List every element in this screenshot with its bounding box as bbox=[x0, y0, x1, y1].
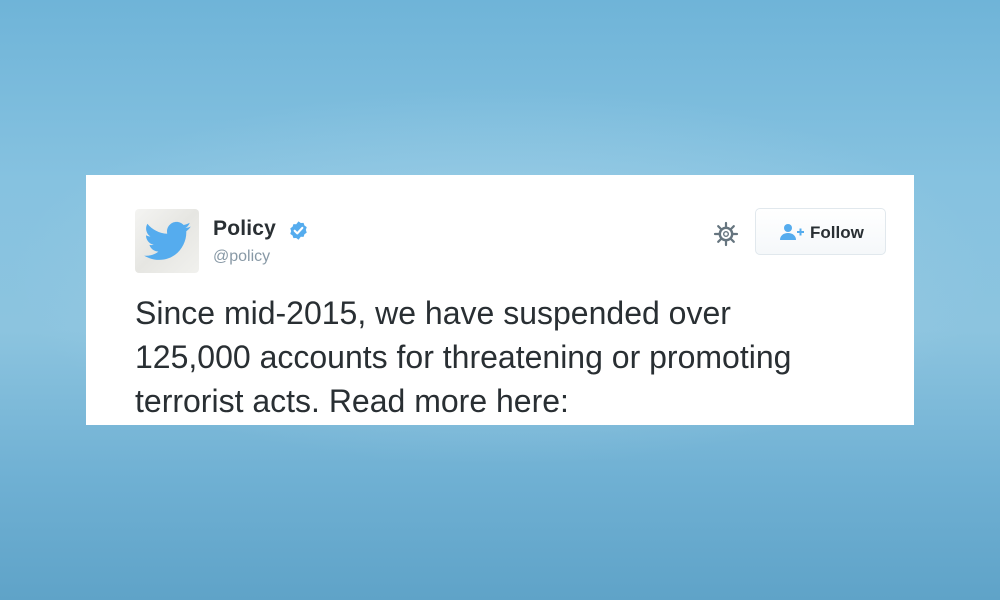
tweet-line: Since mid-2015, we have suspended over bbox=[135, 295, 731, 331]
follow-label: Follow bbox=[810, 223, 864, 242]
follow-button[interactable]: Follow bbox=[755, 208, 886, 255]
tweet-card: Policy @policy Follow Since mid-2015, we bbox=[86, 175, 914, 425]
verified-badge-icon bbox=[290, 221, 307, 240]
author-handle[interactable]: @policy bbox=[213, 248, 270, 266]
tweet-line: terrorist acts. Read more here: bbox=[135, 383, 569, 419]
twitter-bird-icon bbox=[144, 221, 191, 260]
tweet-text: Since mid-2015, we have suspended over 1… bbox=[135, 291, 895, 423]
add-user-icon bbox=[780, 224, 804, 240]
gear-icon[interactable] bbox=[712, 220, 740, 248]
avatar[interactable] bbox=[135, 209, 199, 273]
display-name[interactable]: Policy bbox=[213, 217, 276, 241]
tweet-line: 125,000 accounts for threatening or prom… bbox=[135, 339, 792, 375]
